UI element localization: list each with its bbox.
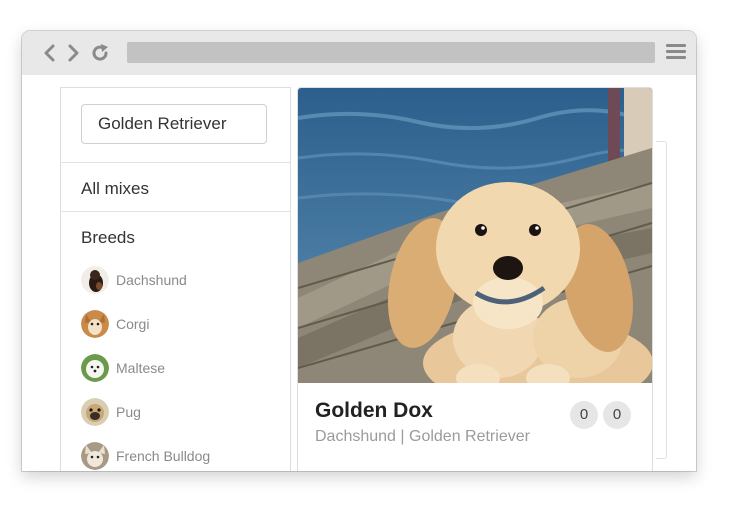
sidebar-item-corgi[interactable]: Corgi <box>81 309 149 339</box>
sidebar-item-all-mixes[interactable]: All mixes <box>81 179 149 199</box>
like-count-button[interactable]: 0 <box>570 401 598 429</box>
breed-search-input[interactable] <box>81 104 267 144</box>
sidebar-divider <box>61 162 290 163</box>
browser-toolbar <box>22 31 696 75</box>
breed-label: Dachshund <box>116 272 187 288</box>
maltese-avatar <box>81 354 109 382</box>
breed-label: French Bulldog <box>116 448 211 464</box>
pug-avatar <box>81 398 109 426</box>
sidebar-item-maltese[interactable]: Maltese <box>81 353 165 383</box>
mix-card[interactable]: Golden Dox Dachshund | Golden Retriever … <box>297 87 653 471</box>
reload-icon[interactable] <box>89 42 111 64</box>
next-card-edge <box>656 141 667 459</box>
corgi-avatar <box>81 310 109 338</box>
dog-photo <box>298 88 652 383</box>
dachshund-avatar <box>81 266 109 294</box>
sidebar-item-pug[interactable]: Pug <box>81 397 141 427</box>
sidebar-item-french-bulldog[interactable]: French Bulldog <box>81 441 210 471</box>
chevron-right-icon[interactable] <box>62 42 84 64</box>
breed-label: Corgi <box>116 316 150 332</box>
hamburger-menu-icon[interactable] <box>666 44 686 62</box>
address-bar[interactable] <box>127 42 655 63</box>
chevron-left-icon[interactable] <box>39 42 61 64</box>
filter-sidebar: All mixes Breeds Dachshund <box>60 87 291 471</box>
dislike-count-button[interactable]: 0 <box>603 401 631 429</box>
sidebar-divider <box>61 211 290 212</box>
browser-window: All mixes Breeds Dachshund <box>22 31 696 471</box>
sidebar-item-dachshund[interactable]: Dachshund <box>81 265 187 295</box>
breed-label: Pug <box>116 404 141 420</box>
breeds-heading: Breeds <box>81 228 135 247</box>
french-bulldog-avatar <box>81 442 109 470</box>
breed-label: Maltese <box>116 360 166 376</box>
mix-title: Golden Dox <box>315 399 433 422</box>
mix-parent-breeds: Dachshund | Golden Retriever <box>315 428 530 445</box>
